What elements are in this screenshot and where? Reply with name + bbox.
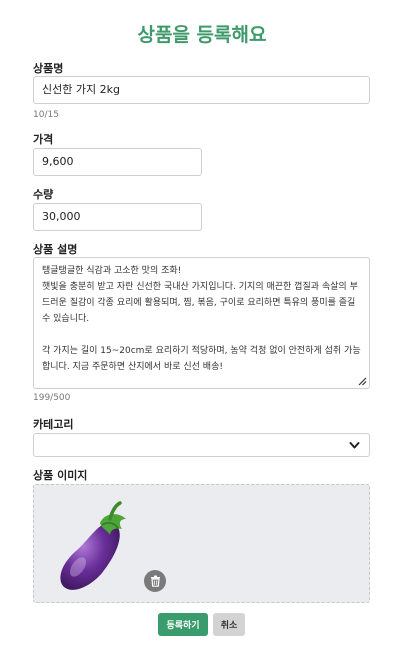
description-label: 상품 설명 bbox=[33, 243, 78, 256]
description-line: 햇빛을 충분히 받고 자란 신선한 국내산 가지입니다. 기지의 매끈한 껍질과… bbox=[42, 282, 358, 324]
description-counter: 199/500 bbox=[33, 393, 71, 403]
submit-button[interactable]: 등록하기 bbox=[158, 613, 208, 636]
description-line: 탱글탱글한 식감과 고소한 맛의 조화! bbox=[42, 266, 182, 276]
category-select[interactable] bbox=[33, 433, 370, 457]
category-label: 카테고리 bbox=[33, 418, 74, 431]
quantity-input[interactable]: 30,000 bbox=[33, 203, 202, 231]
delete-image-button[interactable] bbox=[144, 570, 166, 592]
description-textarea[interactable]: 탱글탱글한 식감과 고소한 맛의 조화! 햇빛을 충분히 받고 자란 신선한 국… bbox=[33, 257, 370, 389]
product-name-input[interactable]: 신선한 가지 2kg bbox=[33, 76, 370, 104]
price-label: 가격 bbox=[33, 133, 54, 146]
resize-grip-icon[interactable] bbox=[357, 376, 367, 386]
eggplant-image bbox=[60, 501, 126, 590]
image-upload-area[interactable] bbox=[33, 484, 370, 603]
description-line: 각 가지는 길이 15~20cm로 요리하기 적당하며, 농약 걱정 없이 안전… bbox=[42, 346, 361, 372]
cancel-button[interactable]: 취소 bbox=[213, 613, 245, 636]
product-name-label: 상품명 bbox=[33, 62, 64, 75]
page-title: 상품을 등록해요 bbox=[137, 24, 267, 46]
quantity-label: 수량 bbox=[33, 188, 54, 201]
product-register-page: 상품을 등록해요 상품명 신선한 가지 2kg 10/15 가격 9,600 수… bbox=[0, 0, 414, 647]
product-image-label: 상품 이미지 bbox=[33, 469, 88, 482]
product-name-counter: 10/15 bbox=[33, 110, 59, 120]
chevron-down-icon bbox=[349, 442, 360, 449]
price-input[interactable]: 9,600 bbox=[33, 148, 202, 176]
description-blank-line bbox=[42, 327, 361, 343]
trash-icon bbox=[150, 575, 160, 587]
